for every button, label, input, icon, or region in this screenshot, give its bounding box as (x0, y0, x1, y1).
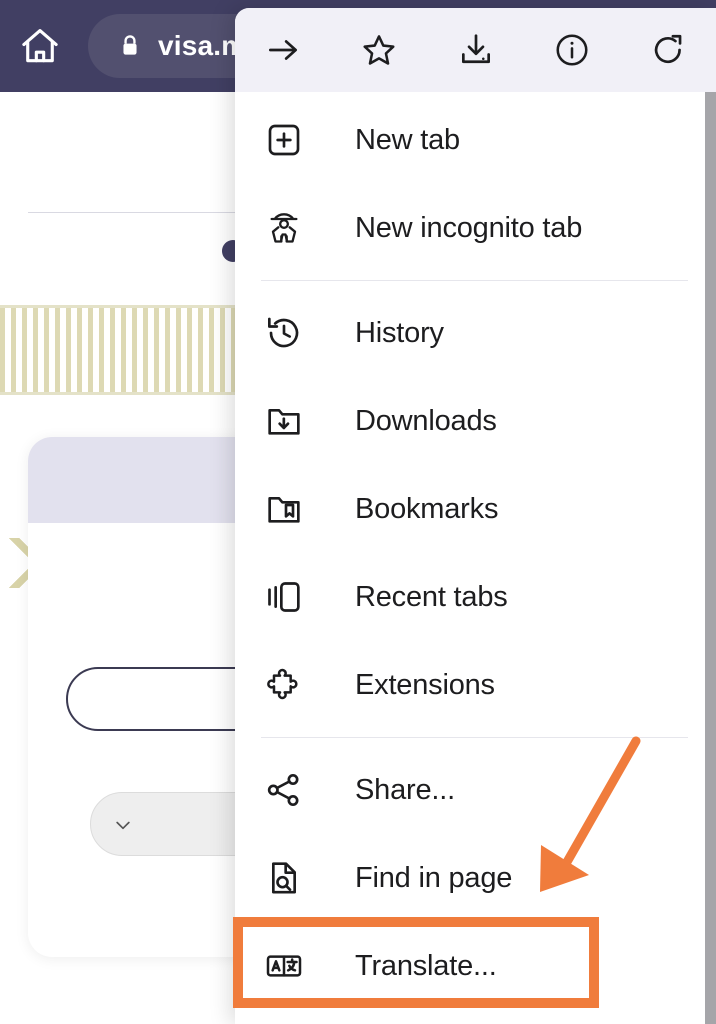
bookmark-star-icon (363, 35, 395, 65)
menu-item-label: Extensions (355, 668, 495, 701)
chevron-down-icon (116, 821, 130, 830)
menu-item-downloads[interactable]: Downloads (235, 377, 716, 465)
downloads-folder-icon (261, 398, 307, 444)
page-info-icon (556, 34, 588, 66)
menu-item-bookmarks[interactable]: Bookmarks (235, 465, 716, 553)
menu-quick-actions-toolbar (235, 8, 716, 92)
download-icon (461, 34, 490, 64)
menu-item-label: History (355, 316, 444, 349)
menu-item-new-tab[interactable]: New tab (235, 96, 716, 184)
menu-divider-1 (261, 280, 688, 281)
menu-item-translate[interactable]: Translate... (235, 922, 716, 1010)
forward-button[interactable] (235, 8, 331, 92)
screenshot-root: visa.m New tab New incognito tab History… (0, 0, 716, 1024)
page-info-button[interactable] (524, 8, 620, 92)
menu-item-label: New tab (355, 123, 460, 156)
menu-item-new-incognito-tab[interactable]: New incognito tab (235, 184, 716, 272)
menu-item-history[interactable]: History (235, 289, 716, 377)
home-icon[interactable] (18, 24, 62, 68)
share-icon (261, 767, 307, 813)
menu-item-share[interactable]: Share... (235, 746, 716, 834)
menu-item-label: Recent tabs (355, 580, 508, 613)
menu-divider-2 (261, 737, 688, 738)
menu-scrollbar[interactable] (705, 92, 716, 1024)
menu-item-recent-tabs[interactable]: Recent tabs (235, 553, 716, 641)
reload-icon (654, 34, 682, 64)
incognito-icon (261, 205, 307, 251)
menu-item-label: Share... (355, 773, 455, 806)
menu-item-label: New incognito tab (355, 211, 583, 244)
menu-item-label: Translate... (355, 949, 497, 982)
download-page-button[interactable] (427, 8, 523, 92)
menu-item-list: New tab New incognito tab History Downlo… (235, 92, 716, 1010)
menu-item-label: Find in page (355, 861, 513, 894)
new-tab-icon (261, 117, 307, 163)
menu-item-label: Bookmarks (355, 492, 499, 525)
address-bar-url: visa.m (158, 30, 247, 61)
menu-item-label: Downloads (355, 404, 497, 437)
translate-icon (261, 943, 307, 989)
history-icon (261, 310, 307, 356)
find-in-page-icon (261, 855, 307, 901)
menu-item-find-in-page[interactable]: Find in page (235, 834, 716, 922)
reload-button[interactable] (620, 8, 716, 92)
browser-main-menu: New tab New incognito tab History Downlo… (235, 8, 716, 1024)
lock-icon (123, 35, 137, 55)
bookmarks-folder-icon (261, 486, 307, 532)
bookmark-button[interactable] (331, 8, 427, 92)
puzzle-piece-icon (261, 662, 307, 708)
menu-item-extensions[interactable]: Extensions (235, 641, 716, 729)
forward-icon (269, 40, 298, 60)
recent-tabs-icon (261, 574, 307, 620)
